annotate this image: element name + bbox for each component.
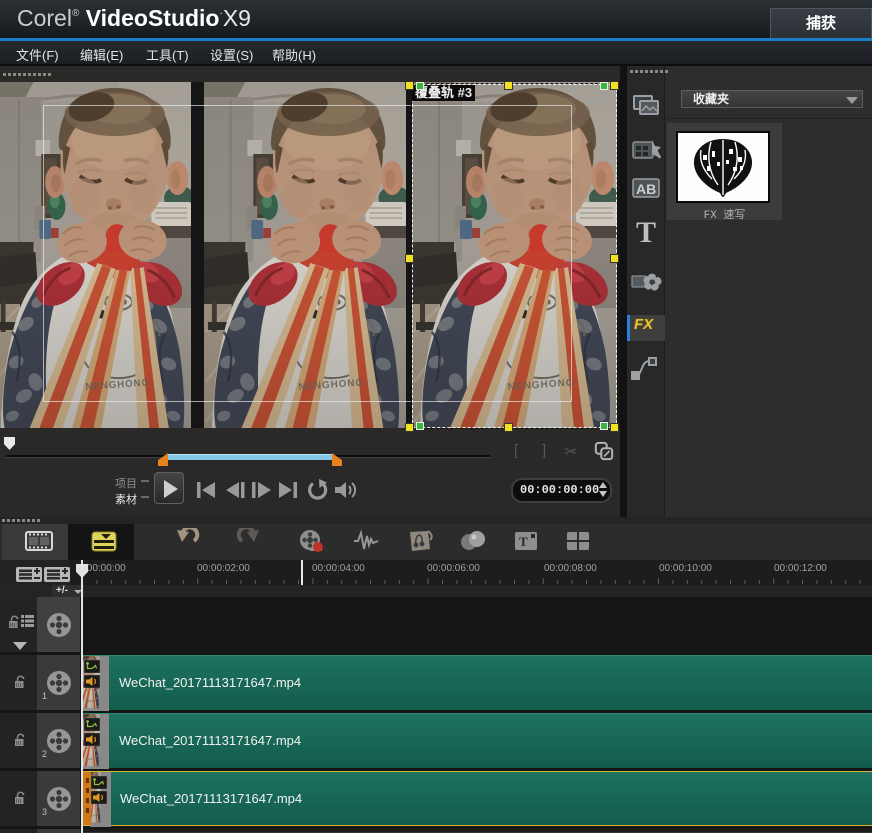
svg-text:T: T: [636, 216, 656, 248]
svg-text:AB: AB: [636, 181, 656, 197]
svg-text:T: T: [519, 534, 528, 549]
